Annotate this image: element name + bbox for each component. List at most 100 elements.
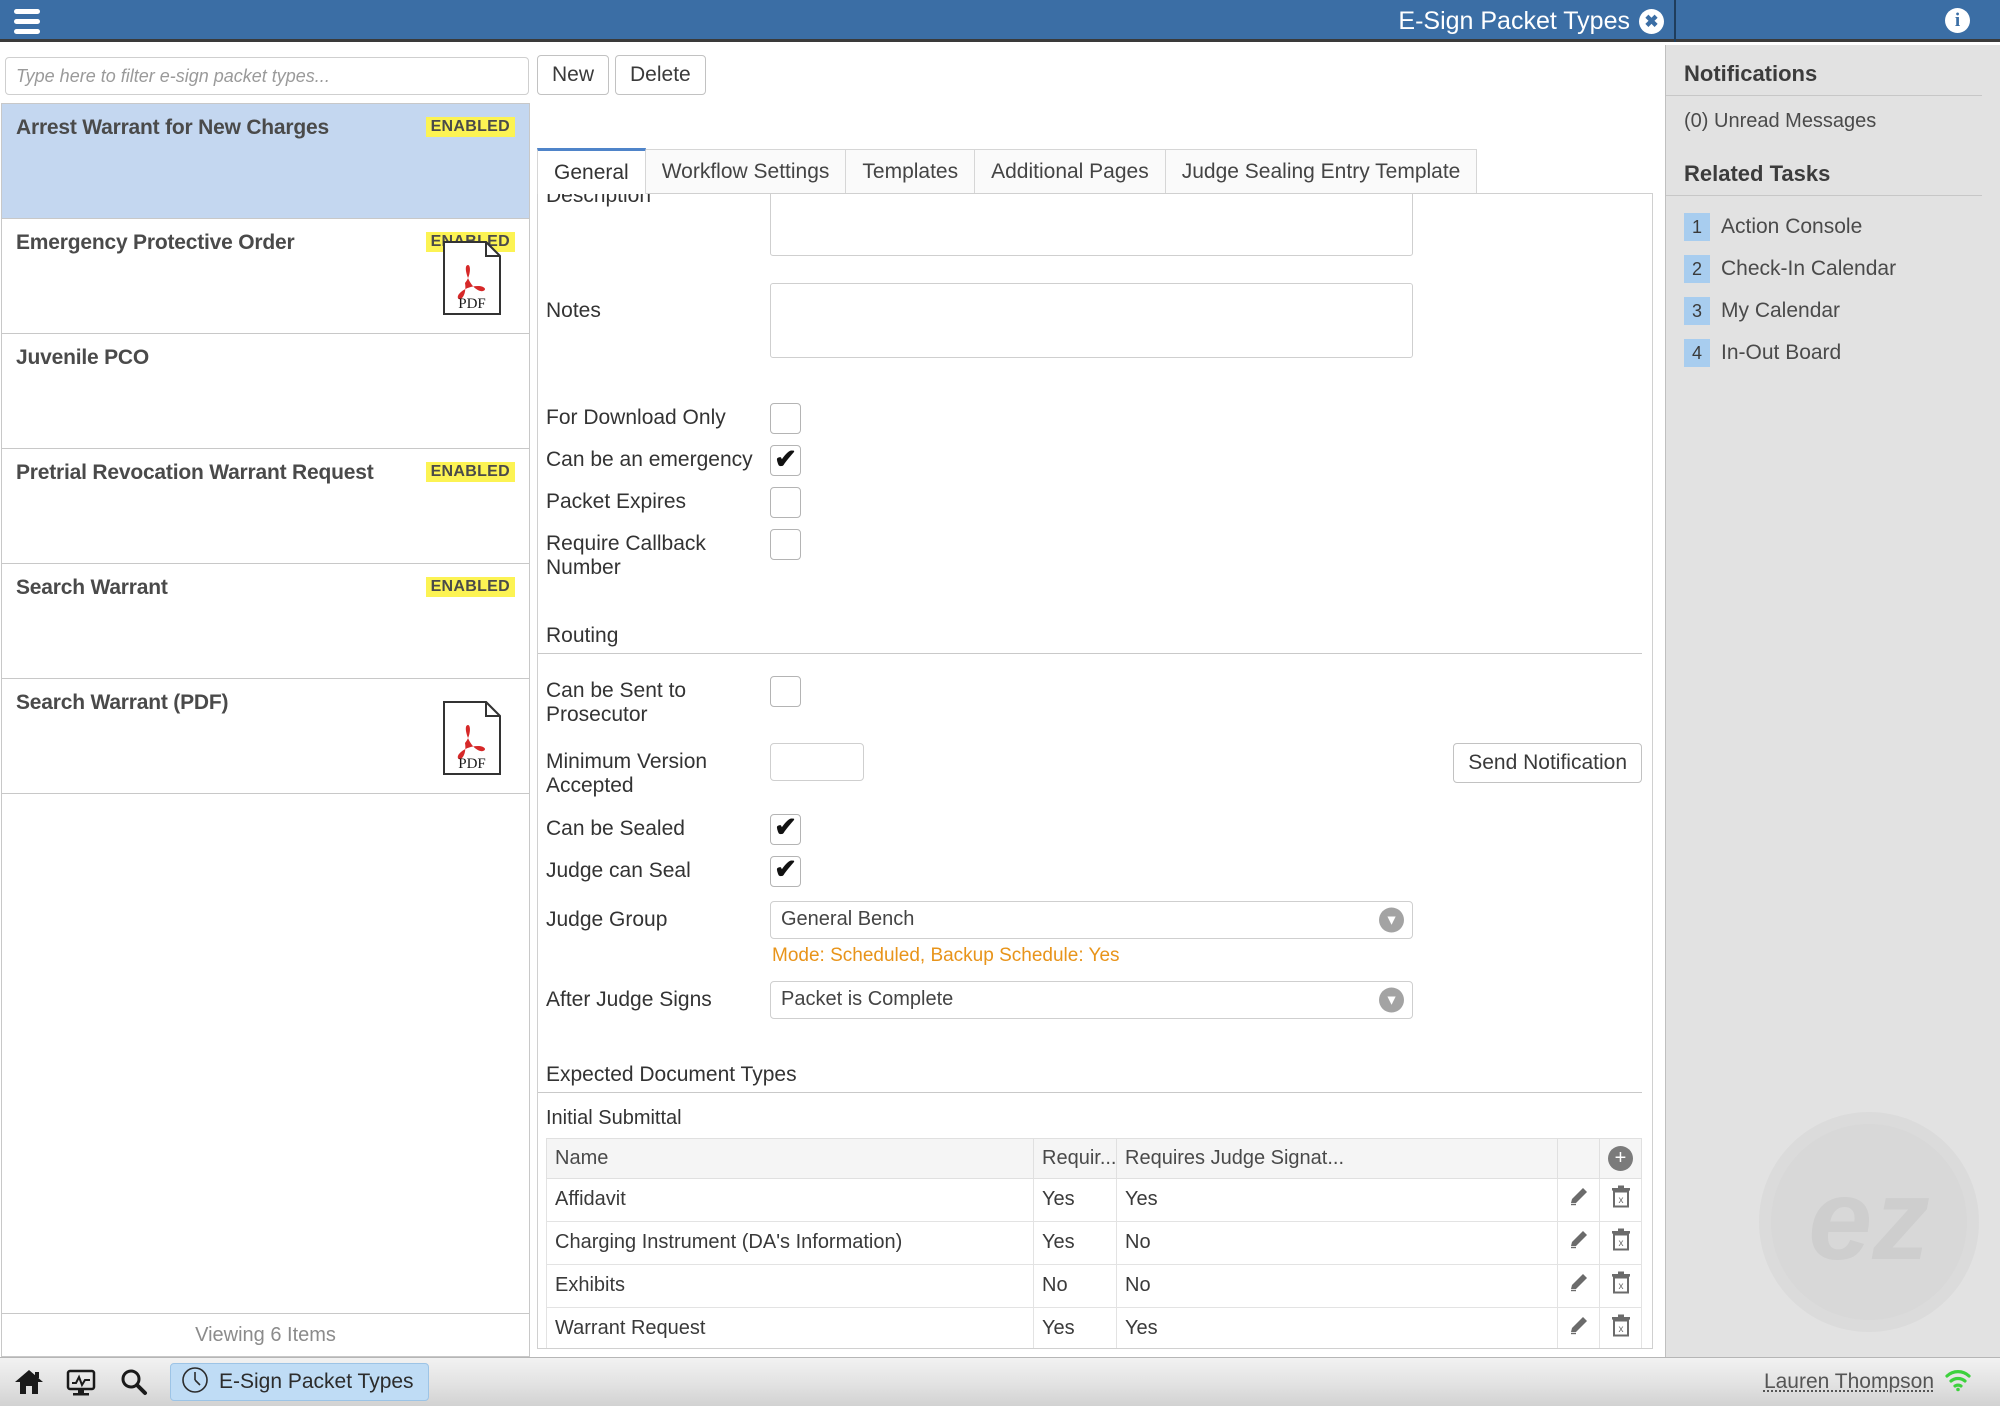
require-callback-checkbox[interactable] bbox=[770, 529, 801, 560]
notes-input[interactable] bbox=[770, 283, 1413, 358]
related-task-check-in-calendar[interactable]: 2 Check-In Calendar bbox=[1666, 248, 2000, 290]
table-row[interactable]: Exhibits No No x bbox=[546, 1263, 1642, 1308]
svg-text:x: x bbox=[1618, 1324, 1623, 1335]
expected-document-types-table: Name Requir... Requires Judge Signat... … bbox=[546, 1137, 1642, 1348]
pencil-icon[interactable] bbox=[1567, 1314, 1591, 1338]
window-title: E-Sign Packet Types bbox=[1398, 6, 1630, 35]
table-row[interactable]: Affidavit Yes Yes x bbox=[546, 1177, 1642, 1222]
cell-name: Warrant Request bbox=[546, 1306, 1034, 1348]
table-row[interactable]: Charging Instrument (DA's Information) Y… bbox=[546, 1220, 1642, 1265]
status-badge: ENABLED bbox=[425, 577, 515, 597]
user-name[interactable]: Lauren Thompson bbox=[1764, 1370, 1934, 1394]
task-number: 1 bbox=[1684, 213, 1710, 241]
pencil-icon[interactable] bbox=[1567, 1228, 1591, 1252]
judge-can-seal-label: Judge can Seal bbox=[546, 858, 691, 882]
task-label: Check-In Calendar bbox=[1721, 257, 1897, 280]
tab-general[interactable]: General bbox=[537, 148, 646, 194]
packet-types-list[interactable]: Arrest Warrant for New Charges ENABLED E… bbox=[1, 103, 530, 1313]
field-can-be-sent-to-prosecutor: Can be Sent to Prosecutor bbox=[538, 676, 1652, 727]
field-after-judge-signs: After Judge Signs Packet is Complete ▼ bbox=[538, 980, 1652, 1019]
delete-button[interactable]: Delete bbox=[615, 55, 706, 95]
close-icon[interactable]: ✖ bbox=[1639, 8, 1664, 34]
cell-judge-signature: Yes bbox=[1116, 1177, 1558, 1222]
trash-icon[interactable]: x bbox=[1610, 1185, 1632, 1209]
status-badge: ENABLED bbox=[425, 117, 515, 137]
delete-cell[interactable]: x bbox=[1599, 1220, 1642, 1265]
can-be-emergency-checkbox[interactable]: ✔ bbox=[770, 445, 801, 476]
list-item[interactable]: Arrest Warrant for New Charges ENABLED bbox=[2, 104, 529, 219]
after-judge-signs-label: After Judge Signs bbox=[546, 987, 712, 1011]
notifications-heading: Notifications bbox=[1666, 45, 1982, 96]
can-be-sent-to-prosecutor-checkbox[interactable] bbox=[770, 676, 801, 708]
judge-can-seal-checkbox[interactable]: ✔ bbox=[770, 855, 801, 887]
taskbar: E-Sign Packet Types Lauren Thompson bbox=[0, 1357, 2000, 1406]
tab-additional-pages[interactable]: Additional Pages bbox=[974, 149, 1166, 194]
related-task-action-console[interactable]: 1 Action Console bbox=[1666, 206, 2000, 248]
window-tab[interactable]: E-Sign Packet Types ✖ bbox=[1324, 0, 1676, 42]
wifi-icon[interactable] bbox=[1944, 1368, 1972, 1397]
info-icon[interactable]: i bbox=[1945, 8, 1970, 33]
list-item-name: Juvenile PCO bbox=[16, 346, 149, 369]
edit-cell[interactable] bbox=[1557, 1306, 1600, 1348]
list-item[interactable]: Pretrial Revocation Warrant Request ENAB… bbox=[2, 449, 529, 564]
home-icon[interactable] bbox=[14, 1368, 44, 1396]
expected-document-types-heading: Expected Document Types bbox=[538, 1063, 1642, 1093]
pencil-icon[interactable] bbox=[1567, 1271, 1591, 1295]
list-item[interactable]: Search Warrant ENABLED bbox=[2, 564, 529, 679]
edit-cell[interactable] bbox=[1557, 1220, 1600, 1265]
table-row[interactable]: Warrant Request Yes Yes x bbox=[546, 1306, 1642, 1348]
related-task-in-out-board[interactable]: 4 In-Out Board bbox=[1666, 332, 2000, 374]
delete-cell[interactable]: x bbox=[1599, 1263, 1642, 1308]
pdf-file-icon: PDF bbox=[443, 241, 501, 315]
can-be-emergency-label: Can be an emergency bbox=[546, 448, 753, 471]
minimum-version-input[interactable] bbox=[770, 742, 864, 781]
after-judge-signs-select[interactable]: Packet is Complete ▼ bbox=[770, 980, 1413, 1019]
description-input[interactable] bbox=[770, 194, 1413, 256]
search-icon[interactable] bbox=[118, 1368, 148, 1396]
edit-cell[interactable] bbox=[1557, 1263, 1600, 1308]
taskbar-active-task[interactable]: E-Sign Packet Types bbox=[170, 1363, 429, 1401]
task-label: Action Console bbox=[1721, 215, 1863, 238]
notes-label: Notes bbox=[546, 299, 601, 322]
toolbar: New Delete bbox=[537, 55, 706, 95]
svg-text:x: x bbox=[1618, 1238, 1623, 1249]
list-item[interactable]: Emergency Protective Order ENABLED PDF bbox=[2, 219, 529, 334]
trash-icon[interactable]: x bbox=[1610, 1314, 1632, 1338]
pencil-icon[interactable] bbox=[1567, 1185, 1591, 1209]
tab-workflow-settings[interactable]: Workflow Settings bbox=[644, 149, 847, 194]
monitor-icon[interactable] bbox=[66, 1368, 96, 1396]
taskbar-right: Lauren Thompson bbox=[1764, 1368, 1986, 1397]
can-be-sent-to-prosecutor-label: Can be Sent to Prosecutor bbox=[546, 679, 687, 727]
task-number: 3 bbox=[1684, 297, 1710, 325]
packet-expires-checkbox[interactable] bbox=[770, 487, 801, 518]
hamburger-menu-icon[interactable] bbox=[10, 6, 44, 36]
delete-cell[interactable]: x bbox=[1599, 1306, 1642, 1348]
trash-icon[interactable]: x bbox=[1610, 1228, 1632, 1252]
field-notes: Notes bbox=[538, 283, 1652, 363]
trash-icon[interactable]: x bbox=[1610, 1271, 1632, 1295]
svg-text:PDF: PDF bbox=[458, 296, 486, 312]
judge-group-value: General Bench bbox=[781, 908, 915, 931]
chevron-down-icon[interactable]: ▼ bbox=[1379, 987, 1404, 1013]
list-item[interactable]: Search Warrant (PDF) PDF bbox=[2, 679, 529, 794]
for-download-only-checkbox[interactable] bbox=[770, 403, 801, 434]
edit-cell[interactable] bbox=[1557, 1177, 1600, 1222]
judge-group-select[interactable]: General Bench ▼ bbox=[770, 900, 1413, 939]
packet-expires-label: Packet Expires bbox=[546, 490, 687, 513]
new-button[interactable]: New bbox=[537, 55, 610, 95]
task-label: My Calendar bbox=[1721, 299, 1841, 322]
can-be-sealed-label: Can be Sealed bbox=[546, 816, 685, 840]
tab-templates[interactable]: Templates bbox=[845, 149, 976, 194]
cell-required: Yes bbox=[1033, 1177, 1117, 1222]
tab-judge-sealing-entry-template[interactable]: Judge Sealing Entry Template bbox=[1164, 149, 1478, 194]
can-be-sealed-checkbox[interactable]: ✔ bbox=[770, 813, 801, 845]
cell-required: No bbox=[1033, 1263, 1117, 1308]
chevron-down-icon[interactable]: ▼ bbox=[1379, 907, 1404, 933]
plus-icon[interactable]: + bbox=[1608, 1145, 1633, 1171]
list-item[interactable]: Juvenile PCO bbox=[2, 334, 529, 449]
field-can-be-emergency: Can be an emergency ✔ bbox=[538, 445, 1652, 476]
filter-input[interactable] bbox=[5, 57, 529, 95]
send-notification-button[interactable]: Send Notification bbox=[1453, 742, 1642, 783]
related-task-my-calendar[interactable]: 3 My Calendar bbox=[1666, 290, 2000, 332]
delete-cell[interactable]: x bbox=[1599, 1177, 1642, 1222]
